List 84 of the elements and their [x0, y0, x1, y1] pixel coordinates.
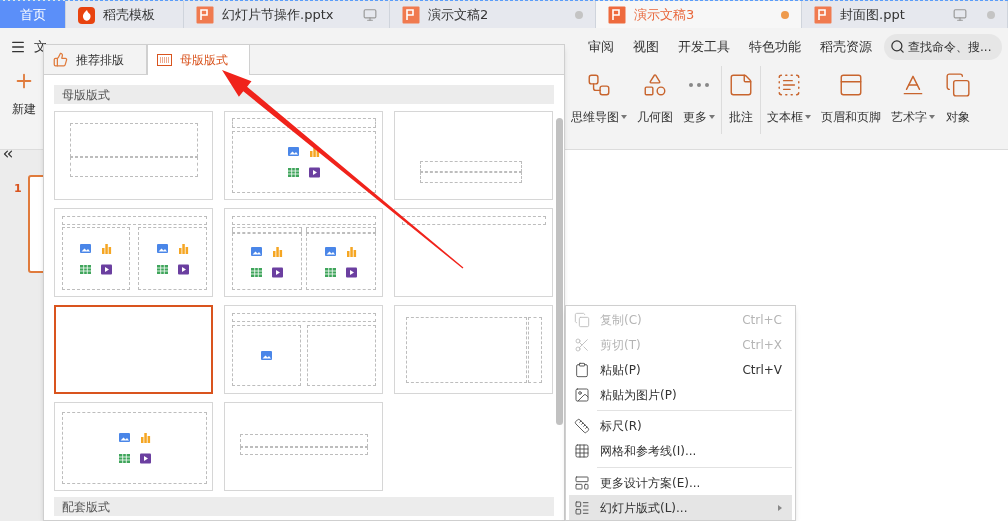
table-icon	[250, 265, 263, 279]
image-icon	[574, 386, 590, 403]
caret-icon	[709, 114, 715, 119]
layout-thumbnail[interactable]	[54, 305, 213, 394]
picture-icon	[287, 145, 300, 158]
template-tab[interactable]: 稻壳模板	[66, 1, 184, 29]
panel-tab[interactable]: 母版版式	[147, 45, 250, 75]
picture-icon	[155, 241, 169, 255]
shapes-icon	[642, 71, 668, 98]
table-icon	[287, 166, 300, 179]
picture-icon	[79, 241, 92, 255]
caret-icon	[805, 114, 811, 119]
scissors-icon	[574, 337, 590, 354]
table-icon	[117, 452, 131, 465]
ribbon-button[interactable]: 页眉和页脚	[820, 65, 882, 134]
document-tab[interactable]: 演示文稿2	[390, 1, 596, 29]
ribbon-button[interactable]: 几何图	[636, 65, 674, 134]
picture-icon	[324, 244, 337, 258]
chart-icon	[345, 244, 358, 258]
menu-item[interactable]: 粘贴(P) Ctrl+V	[569, 357, 792, 383]
slide-layout-icon	[574, 499, 590, 516]
flame-icon	[78, 6, 95, 24]
slide-number: 1	[14, 181, 22, 197]
ribbon-tab[interactable]: 稻壳资源	[820, 37, 872, 57]
document-icon	[814, 6, 832, 24]
keyboard-icon	[157, 54, 172, 66]
ribbon-tab[interactable]: 特色功能	[749, 37, 801, 57]
search-field[interactable]: 查找命令、搜...	[884, 33, 1002, 60]
placeholder-frame	[307, 325, 376, 386]
chart-icon	[176, 241, 190, 255]
video-icon	[176, 262, 190, 276]
object-icon	[945, 71, 971, 98]
caret-icon	[929, 114, 935, 119]
ribbon-button[interactable]: 艺术字	[890, 65, 936, 134]
copy-icon	[574, 312, 590, 329]
picture-icon	[117, 431, 131, 444]
ribbon-tab[interactable]: 审阅	[588, 37, 614, 57]
ribbon-button[interactable]: 文本框	[766, 65, 812, 134]
scrollbar-thumb[interactable]	[555, 118, 563, 425]
menu-item[interactable]: 更多设计方案(E)...	[569, 470, 792, 496]
chart-icon	[100, 241, 113, 255]
document-icon	[402, 6, 420, 24]
video-icon	[138, 452, 152, 465]
clipboard-icon	[574, 361, 590, 378]
ruler-icon	[574, 418, 590, 435]
document-icon	[196, 6, 214, 24]
section-header: 配套版式	[54, 497, 554, 516]
video-icon	[271, 265, 284, 279]
menu-item[interactable]: 网格和参考线(I)...	[569, 438, 792, 464]
document-icon	[608, 6, 626, 24]
menu-item[interactable]: 粘贴为图片(P)	[569, 382, 792, 408]
grid-icon	[574, 443, 590, 460]
picture-icon	[260, 349, 273, 362]
menu-item[interactable]: 标尺(R)	[569, 414, 792, 439]
collapse-icon[interactable]	[1, 147, 15, 161]
chart-icon	[138, 431, 152, 444]
ribbon-button[interactable]: 对象	[944, 65, 972, 134]
document-tab[interactable]: 封面图.ppt	[802, 1, 1008, 29]
thumbs-up-icon	[53, 52, 68, 67]
video-icon	[308, 166, 321, 179]
new-slide-button[interactable]: 新建	[6, 65, 42, 118]
table-icon	[79, 262, 92, 276]
ribbon-button[interactable]: 思维导图	[570, 65, 628, 134]
chart-icon	[308, 145, 321, 158]
table-icon	[155, 262, 169, 276]
video-icon	[345, 265, 358, 279]
menu-item[interactable]: 幻灯片版式(L)...	[569, 495, 792, 521]
video-icon	[100, 262, 113, 276]
monitor-icon[interactable]	[953, 8, 967, 22]
submenu-arrow-icon	[778, 504, 782, 511]
ribbon-tab[interactable]: 视图	[633, 37, 659, 57]
search-icon	[890, 38, 905, 54]
section-header: 母版版式	[54, 85, 554, 104]
chart-icon	[271, 244, 284, 258]
monitor-icon[interactable]	[363, 8, 377, 22]
ribbon-button[interactable]: 更多	[682, 65, 716, 134]
ribbon-tab[interactable]: 开发工具	[678, 37, 730, 57]
ribbon-button[interactable]: 批注	[727, 65, 755, 134]
more-icon	[689, 82, 709, 87]
caret-icon	[621, 114, 627, 119]
document-tab[interactable]: 幻灯片节操作.pptx	[184, 1, 390, 29]
table-icon	[324, 265, 337, 279]
picture-icon	[250, 244, 263, 258]
layout-icon	[574, 474, 590, 491]
